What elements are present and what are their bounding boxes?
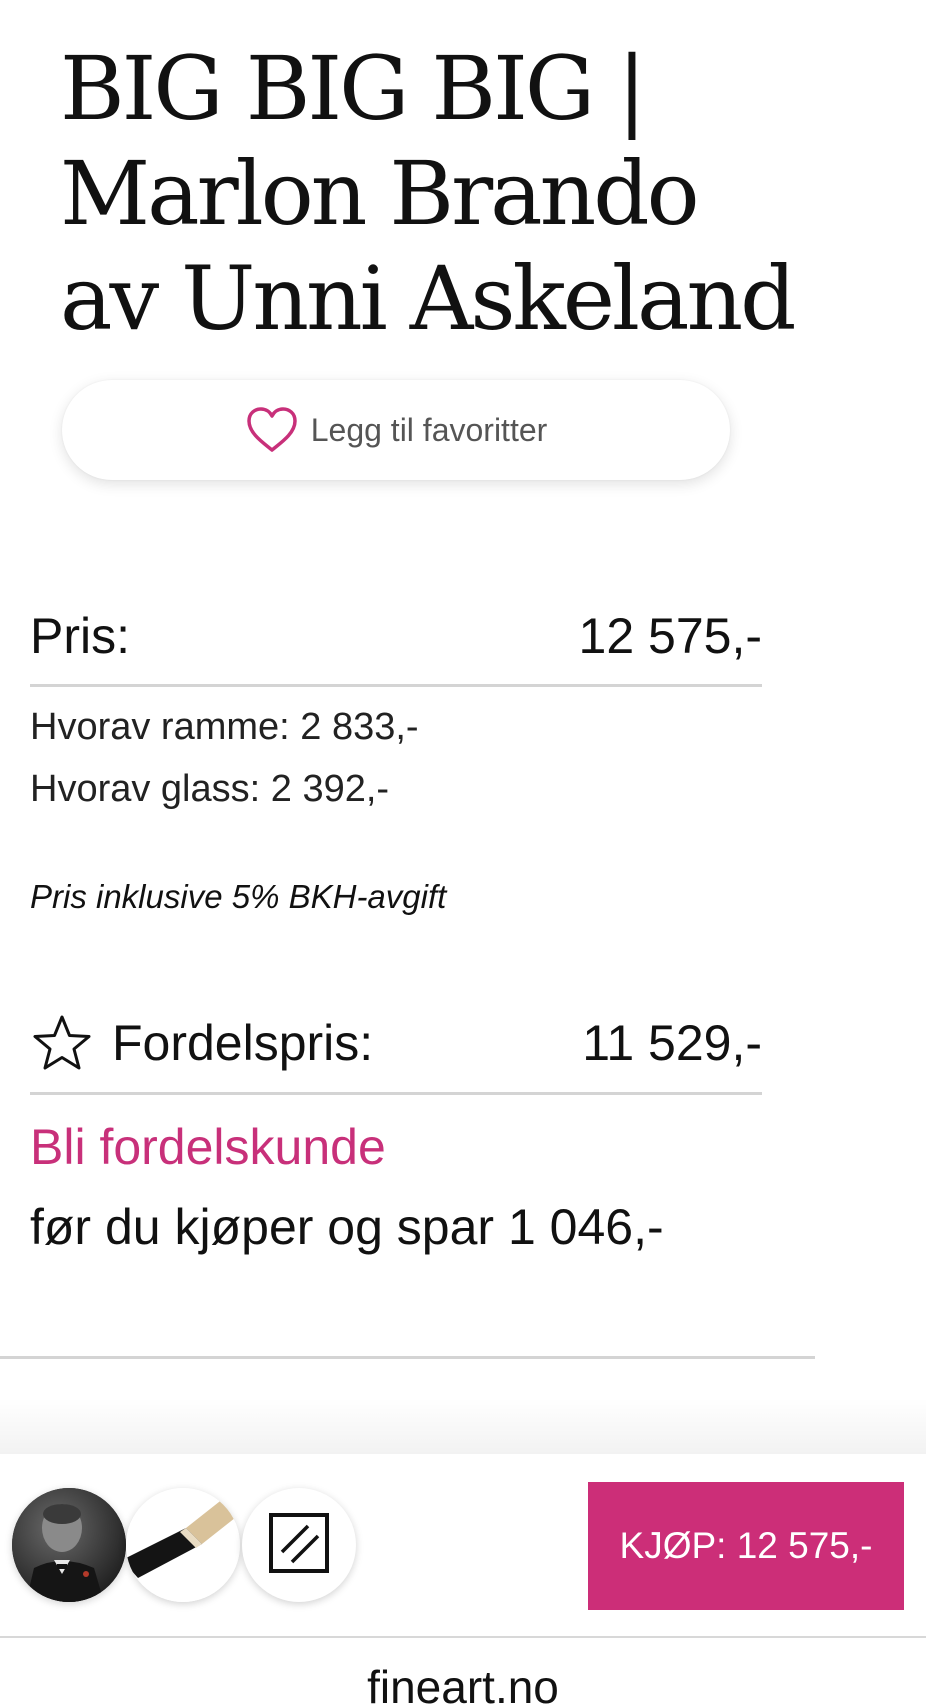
frame-price-line: Hvorav ramme: 2 833,- <box>30 706 419 748</box>
heart-outline-icon <box>245 406 299 454</box>
savings-text: før du kjøper og spar 1 046,- <box>30 1199 664 1255</box>
price-label: Pris: <box>30 608 130 664</box>
price-row: Pris: 12 575,- <box>30 588 762 687</box>
become-member-link[interactable]: Bli fordelskunde <box>30 1118 386 1176</box>
product-page: BIG BIG BIG | Marlon Brando av Unni Aske… <box>0 0 926 1708</box>
buy-button[interactable]: KJØP: 12 575,- <box>588 1482 904 1610</box>
price-value: 12 575,- <box>578 608 762 664</box>
bottom-bar-shadow <box>0 1398 926 1454</box>
sticky-buy-bar: KJØP: 12 575,- <box>0 1454 926 1636</box>
glass-thumbnail[interactable] <box>242 1488 356 1602</box>
glass-icon <box>268 1512 330 1579</box>
browser-address-bar[interactable]: fineart.no <box>0 1636 926 1708</box>
member-price-label-group: Fordelspris: <box>30 1013 373 1073</box>
artwork-thumbnail[interactable] <box>12 1488 126 1602</box>
section-divider <box>0 1356 815 1359</box>
glass-price-line: Hvorav glass: 2 392,- <box>30 768 390 810</box>
frame-thumbnail[interactable] <box>126 1488 240 1602</box>
product-title: BIG BIG BIG | Marlon Brando av Unni Aske… <box>60 37 797 350</box>
vat-note: Pris inklusive 5% BKH-avgift <box>30 878 447 915</box>
member-price-value: 11 529,- <box>582 1015 762 1071</box>
member-price-label: Fordelspris: <box>112 1015 374 1071</box>
add-to-favorites-button[interactable]: Legg til favoritter <box>62 380 730 480</box>
member-price-row: Fordelspris: 11 529,- <box>30 994 762 1095</box>
star-outline-icon <box>30 1013 94 1073</box>
favorites-label: Legg til favoritter <box>310 411 548 448</box>
browser-url: fineart.no <box>367 1661 559 1708</box>
